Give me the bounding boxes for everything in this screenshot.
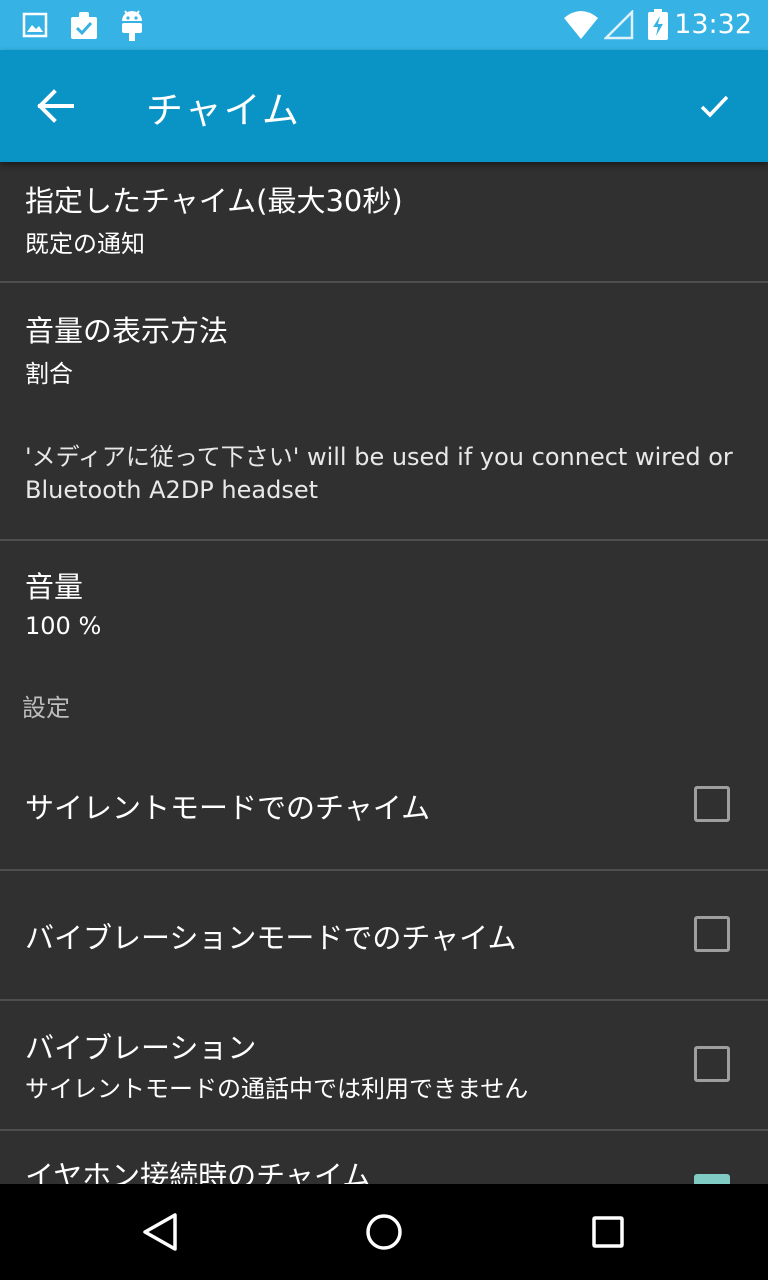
- nav-back-button[interactable]: [130, 1202, 190, 1262]
- chime-sound-item[interactable]: 指定したチャイム(最大30秒) 既定の通知: [0, 162, 768, 282]
- silent-mode-chime-item[interactable]: サイレントモードでのチャイム: [0, 739, 768, 869]
- status-time: 13:32: [674, 9, 752, 40]
- section-header-settings: 設定: [22, 694, 70, 722]
- earphone-chime-item[interactable]: イヤホン接続時のチャイム: [0, 1131, 768, 1184]
- volume-item[interactable]: 音量 100 %: [0, 541, 768, 671]
- vibration-mode-chime-item[interactable]: バイブレーションモードでのチャイム: [0, 871, 768, 999]
- nav-recents-button[interactable]: [578, 1202, 638, 1262]
- volume-display-value: 割合: [25, 360, 73, 388]
- volume-display-item[interactable]: 音量の表示方法 割合 'メディアに従って下さい' will be used if…: [0, 283, 768, 540]
- vibration-checkbox[interactable]: [694, 1046, 730, 1082]
- vibration-mode-chime-checkbox[interactable]: [694, 916, 730, 952]
- volume-title: 音量: [25, 570, 84, 604]
- earphone-chime-title: イヤホン接続時のチャイム: [25, 1159, 372, 1184]
- chime-sound-title: 指定したチャイム(最大30秒): [25, 184, 403, 218]
- silent-mode-chime-checkbox[interactable]: [694, 786, 730, 822]
- silent-mode-chime-title: サイレントモードでのチャイム: [25, 791, 431, 825]
- confirm-button[interactable]: [684, 76, 744, 136]
- nav-home-button[interactable]: [354, 1202, 414, 1262]
- vibration-title: バイブレーション: [25, 1031, 257, 1065]
- check-icon: [700, 95, 729, 118]
- back-button[interactable]: [26, 76, 86, 136]
- app-bar: チャイム: [0, 50, 768, 162]
- vibration-item[interactable]: バイブレーション サイレントモードの通話中では利用できません: [0, 1001, 768, 1129]
- arrow-left-icon: [37, 89, 74, 123]
- wifi-icon: [564, 11, 598, 39]
- navigation-bar: [0, 1184, 768, 1280]
- image-icon: [22, 12, 48, 38]
- status-bar: 13:32: [0, 0, 768, 50]
- back-triangle-icon: [143, 1213, 177, 1251]
- volume-display-title: 音量の表示方法: [25, 314, 229, 348]
- chime-sound-value: 既定の通知: [25, 230, 145, 258]
- vibration-summary: サイレントモードの通話中では利用できません: [25, 1075, 529, 1103]
- vibration-mode-chime-title: バイブレーションモードでのチャイム: [25, 921, 517, 955]
- volume-value: 100 %: [25, 612, 102, 640]
- home-circle-icon: [366, 1214, 402, 1250]
- android-icon: [122, 10, 142, 41]
- clipboard-check-icon: [71, 12, 97, 39]
- settings-list: 指定したチャイム(最大30秒) 既定の通知 音量の表示方法 割合 'メディアに従…: [0, 162, 768, 1184]
- recents-square-icon: [592, 1216, 624, 1248]
- cell-signal-icon: [604, 10, 634, 40]
- wired-headset-note: 'メディアに従って下さい' will be used if you connec…: [25, 443, 733, 504]
- page-title: チャイム: [146, 89, 301, 132]
- battery-charging-icon: [648, 9, 668, 40]
- earphone-chime-checkbox[interactable]: [694, 1174, 730, 1184]
